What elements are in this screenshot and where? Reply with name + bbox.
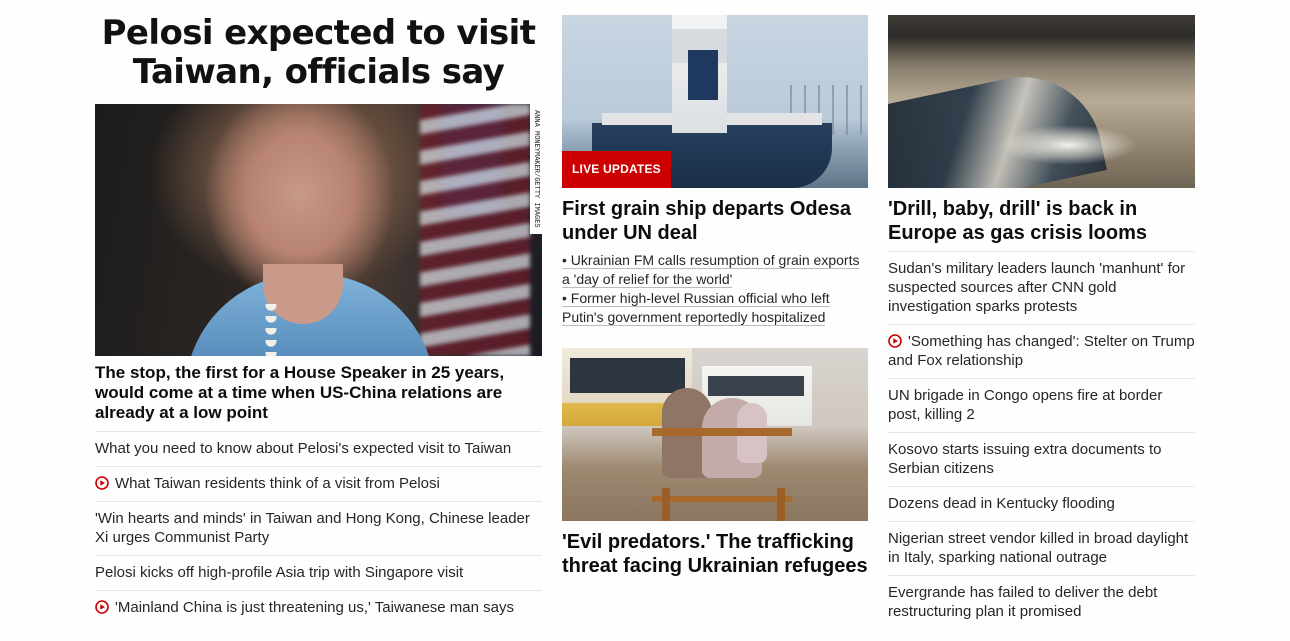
photo-pearls <box>265 304 291 356</box>
coastline-photo[interactable] <box>888 15 1195 188</box>
list-item[interactable]: UN brigade in Congo opens fire at border… <box>888 378 1195 432</box>
bullet-link[interactable]: • Former high-level Russian official who… <box>562 290 830 326</box>
list-item[interactable]: What you need to know about Pelosi's exp… <box>95 431 542 466</box>
photo-bench-leg <box>777 488 785 521</box>
bullet-link[interactable]: • Ukrainian FM calls resumption of grain… <box>562 252 860 288</box>
story-link[interactable]: Sudan's military leaders launch 'manhunt… <box>888 260 1185 315</box>
list-item[interactable]: Kosovo starts issuing extra documents to… <box>888 432 1195 486</box>
photo-flag <box>420 104 530 356</box>
photo-stripe <box>688 50 718 100</box>
play-circle-icon <box>95 600 109 614</box>
lead-story: Pelosi expected to visit Taiwan, officia… <box>95 14 542 625</box>
related-link[interactable]: What Taiwan residents think of a visit f… <box>115 475 440 492</box>
list-item[interactable]: Sudan's military leaders launch 'manhunt… <box>888 251 1195 324</box>
related-link[interactable]: What you need to know about Pelosi's exp… <box>95 440 511 457</box>
live-updates-badge[interactable]: LIVE UPDATES <box>562 151 671 188</box>
photo-bus-window <box>570 358 685 393</box>
story-link[interactable]: Dozens dead in Kentucky flooding <box>888 495 1115 512</box>
story-list: Sudan's military leaders launch 'manhunt… <box>888 251 1195 629</box>
right-column: 'Drill, baby, drill' is back in Europe a… <box>888 15 1195 629</box>
lead-subheadline[interactable]: The stop, the first for a House Speaker … <box>95 363 542 423</box>
list-item[interactable]: 'Win hearts and minds' in Taiwan and Hon… <box>95 501 542 555</box>
photo-foam <box>998 125 1138 165</box>
photo-bench-leg <box>662 488 670 521</box>
related-link[interactable]: 'Mainland China is just threatening us,'… <box>115 599 514 616</box>
list-item[interactable]: • Former high-level Russian official who… <box>562 289 868 327</box>
related-link[interactable]: Pelosi kicks off high-profile Asia trip … <box>95 564 463 581</box>
photo-credit: ANNA MONEYMAKER/GETTY IMAGES <box>530 104 542 234</box>
story-link[interactable]: 'Something has changed': Stelter on Trum… <box>888 333 1195 369</box>
story-link[interactable]: Kosovo starts issuing extra documents to… <box>888 441 1161 477</box>
middle-column: LIVE UPDATES First grain ship departs Od… <box>562 15 868 584</box>
list-item[interactable]: Nigerian street vendor killed in broad d… <box>888 521 1195 575</box>
story-link[interactable]: Evergrande has failed to deliver the deb… <box>888 584 1157 620</box>
related-link[interactable]: 'Win hearts and minds' in Taiwan and Hon… <box>95 510 530 546</box>
drill-headline[interactable]: 'Drill, baby, drill' is back in Europe a… <box>888 197 1195 245</box>
list-item[interactable]: What Taiwan residents think of a visit f… <box>95 466 542 501</box>
lead-headline[interactable]: Pelosi expected to visit Taiwan, officia… <box>95 14 542 92</box>
refugee-headline[interactable]: 'Evil predators.' The trafficking threat… <box>562 530 868 578</box>
list-item[interactable]: 'Something has changed': Stelter on Trum… <box>888 324 1195 378</box>
lead-photo[interactable]: ANNA MONEYMAKER/GETTY IMAGES <box>95 104 542 356</box>
refugee-photo[interactable] <box>562 348 868 521</box>
grain-headline[interactable]: First grain ship departs Odesa under UN … <box>562 197 868 245</box>
play-circle-icon <box>888 334 902 348</box>
list-item[interactable]: • Ukrainian FM calls resumption of grain… <box>562 251 868 289</box>
list-item[interactable]: Pelosi kicks off high-profile Asia trip … <box>95 555 542 590</box>
photo-bench <box>652 428 792 502</box>
list-item[interactable]: 'Mainland China is just threatening us,'… <box>95 590 542 625</box>
grain-bullets: • Ukrainian FM calls resumption of grain… <box>562 251 868 327</box>
related-links: What you need to know about Pelosi's exp… <box>95 431 542 625</box>
story-link[interactable]: Nigerian street vendor killed in broad d… <box>888 530 1188 566</box>
grain-ship-photo[interactable]: LIVE UPDATES <box>562 15 868 188</box>
list-item[interactable]: Evergrande has failed to deliver the deb… <box>888 575 1195 629</box>
play-circle-icon <box>95 476 109 490</box>
story-link[interactable]: UN brigade in Congo opens fire at border… <box>888 387 1162 423</box>
photo-bus-window <box>708 376 804 396</box>
list-item[interactable]: Dozens dead in Kentucky flooding <box>888 486 1195 521</box>
